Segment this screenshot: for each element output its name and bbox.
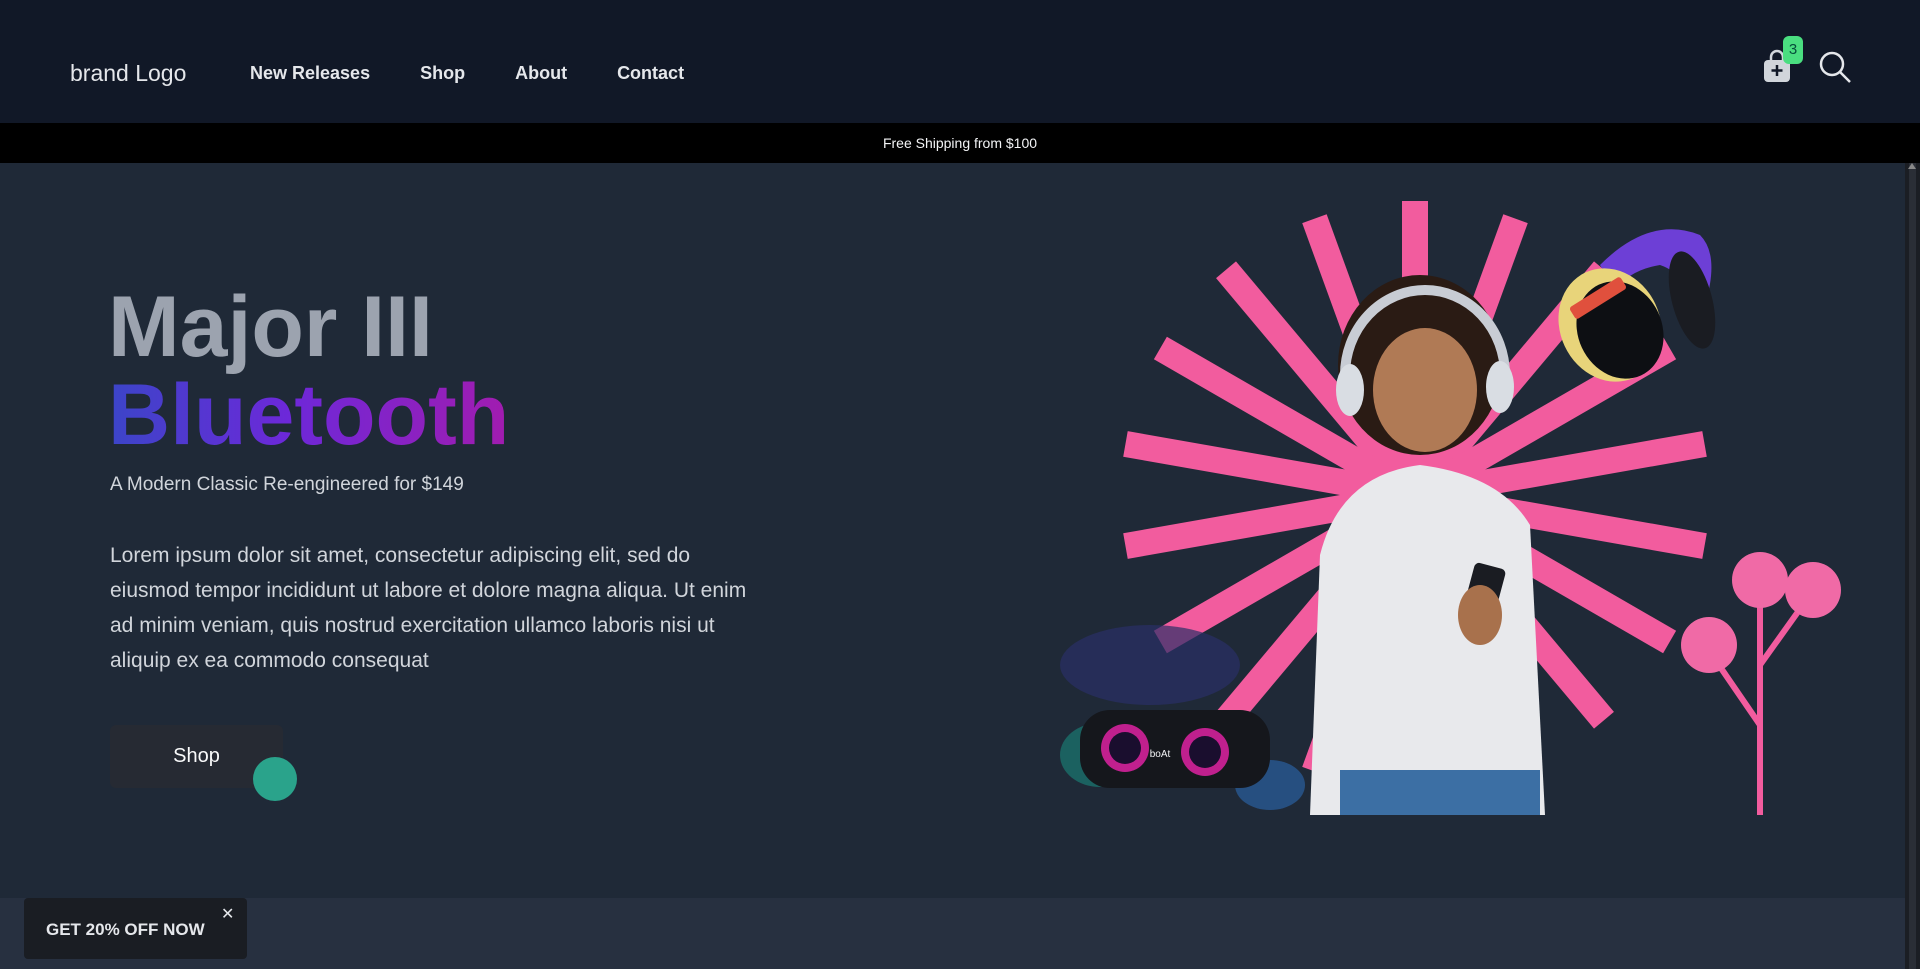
hero-illustration: boAt xyxy=(1060,201,1841,815)
promo-label: GET 20% OFF NOW xyxy=(46,920,205,939)
nav-new-releases[interactable]: New Releases xyxy=(250,63,370,84)
search-button[interactable] xyxy=(1818,50,1852,84)
promo-popup[interactable]: GET 20% OFF NOW ✕ xyxy=(24,898,247,959)
cursor-indicator xyxy=(253,757,297,801)
nav-shop[interactable]: Shop xyxy=(420,63,465,84)
announcement-bar: Free Shipping from $100 xyxy=(0,123,1920,163)
footer-strip xyxy=(0,898,1905,969)
hero-title-line-2: Bluetooth xyxy=(108,367,510,463)
hero-subtitle: A Modern Classic Re-engineered for $149 xyxy=(110,474,464,495)
brand-logo[interactable]: brand Logo xyxy=(70,60,186,87)
main-nav: New Releases Shop About Contact xyxy=(250,63,734,84)
hero-description: Lorem ipsum dolor sit amet, consectetur … xyxy=(110,544,747,672)
speaker-brand-label: boAt xyxy=(1150,749,1171,760)
hero-title-line-1: Major III xyxy=(108,279,433,375)
search-icon xyxy=(1819,51,1851,83)
scrollbar-thumb[interactable] xyxy=(1909,163,1916,969)
close-icon[interactable]: ✕ xyxy=(221,904,234,924)
nav-contact[interactable]: Contact xyxy=(617,63,684,84)
nav-about[interactable]: About xyxy=(515,63,567,84)
scroll-up-icon[interactable] xyxy=(1908,163,1916,169)
site-header: brand Logo New Releases Shop About Conta… xyxy=(0,0,1920,123)
woman-with-headphones-image xyxy=(1310,275,1545,815)
cart-count-badge: 3 xyxy=(1783,36,1803,64)
headphones-image xyxy=(1558,229,1716,382)
